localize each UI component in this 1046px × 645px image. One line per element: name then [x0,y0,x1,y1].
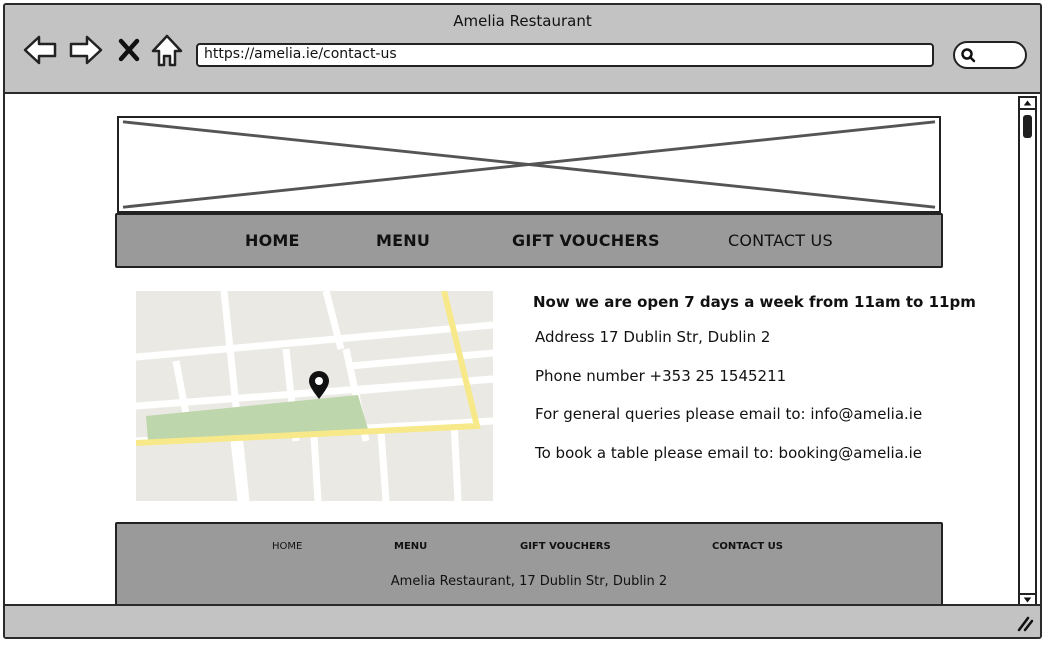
resize-grip[interactable] [1016,614,1034,632]
vertical-scrollbar[interactable] [1018,96,1037,607]
close-icon [118,38,140,62]
scroll-up-button[interactable] [1020,98,1035,110]
browser-chrome: Amelia Restaurant https://amelia.ie/cont… [5,5,1040,94]
home-button[interactable] [149,32,185,68]
footer-nav-contact-us[interactable]: CONTACT US [712,541,783,552]
back-button[interactable] [22,32,58,68]
hero-image-placeholder [117,116,941,213]
address-bar[interactable]: https://amelia.ie/contact-us [196,43,934,67]
phone-text: Phone number +353 25 1545211 [535,367,787,385]
status-bar [5,604,1040,637]
back-icon [23,35,57,65]
scroll-thumb[interactable] [1023,115,1032,138]
footer-nav-home[interactable]: HOME [272,541,302,552]
location-map[interactable] [136,291,493,501]
map-graphic [136,291,493,501]
booking-email-text: To book a table please email to: booking… [535,444,923,462]
arrow-up-icon [1023,100,1032,106]
browser-window: Amelia Restaurant https://amelia.ie/cont… [3,3,1042,639]
page-content: HOME MENU GIFT VOUCHERS CONTACT US Now w… [5,96,1040,604]
nav-menu[interactable]: MENU [376,231,430,250]
opening-hours: Now we are open 7 days a week from 11am … [533,293,976,311]
nav-home[interactable]: HOME [245,231,300,250]
nav-contact-us[interactable]: CONTACT US [728,231,833,250]
footer-nav-menu[interactable]: MENU [394,541,427,552]
address-text: Address 17 Dublin Str, Dublin 2 [535,328,771,346]
footer-address: Amelia Restaurant, 17 Dublin Str, Dublin… [390,574,668,589]
general-email-text: For general queries please email to: inf… [535,405,923,423]
window-title: Amelia Restaurant [453,12,592,30]
home-icon [151,34,183,67]
search-icon [961,48,976,63]
nav-gift-vouchers[interactable]: GIFT VOUCHERS [512,231,660,250]
forward-button[interactable] [68,32,104,68]
footer-nav-gift-vouchers[interactable]: GIFT VOUCHERS [520,541,611,552]
main-navigation: HOME MENU GIFT VOUCHERS CONTACT US [115,213,943,268]
page-footer: HOME MENU GIFT VOUCHERS CONTACT US Ameli… [115,522,943,604]
stop-button[interactable] [115,32,143,68]
image-placeholder-icon [122,120,936,209]
forward-icon [69,35,103,65]
resize-grip-icon [1017,616,1034,632]
search-box[interactable] [953,41,1027,69]
